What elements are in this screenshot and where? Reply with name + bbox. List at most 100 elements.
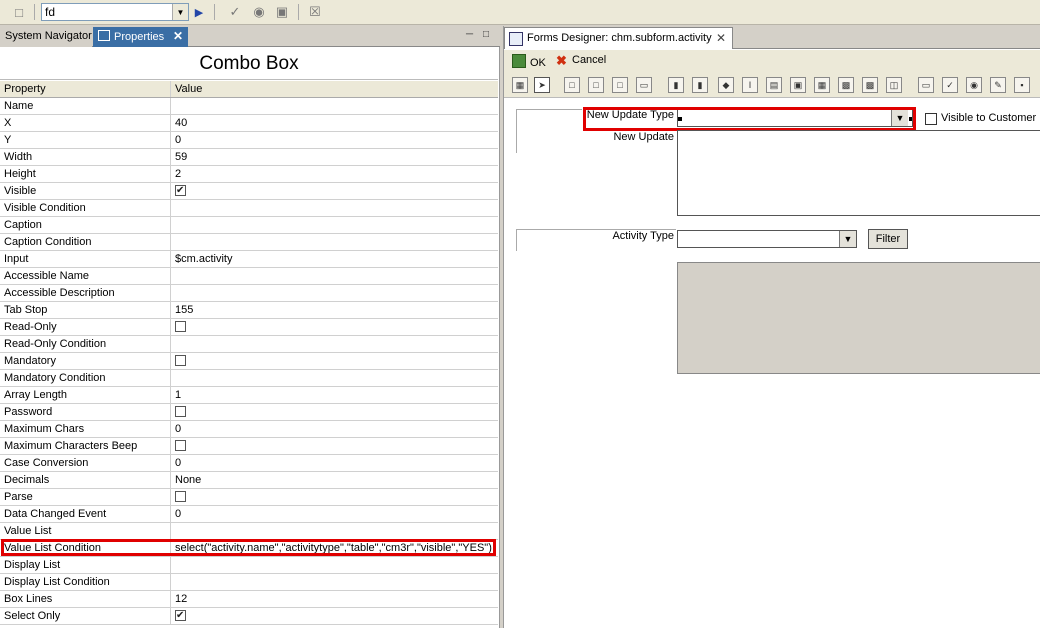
unchecked-checkbox-icon[interactable]: [175, 321, 186, 332]
unchecked-checkbox-icon[interactable]: [175, 491, 186, 502]
table-row[interactable]: Height 2: [0, 166, 498, 183]
button-icon[interactable]: ▣: [790, 77, 806, 93]
property-value[interactable]: [171, 523, 498, 539]
maximize-icon[interactable]: □: [483, 29, 489, 40]
globe-icon[interactable]: ◉: [250, 3, 268, 21]
checked-checkbox-icon[interactable]: [175, 608, 186, 624]
search-combo[interactable]: fd ▼: [41, 3, 189, 21]
unchecked-checkbox-icon[interactable]: [175, 440, 186, 451]
property-value[interactable]: 0: [171, 421, 498, 437]
edit-icon[interactable]: ✎: [990, 77, 1006, 93]
close-icon[interactable]: ✕: [173, 29, 183, 43]
table-row[interactable]: Maximum Chars 0: [0, 421, 498, 438]
table-row[interactable]: X 40: [0, 115, 498, 132]
label-icon[interactable]: ▮: [668, 77, 684, 93]
table-row[interactable]: Value List: [0, 523, 498, 540]
combo-icon[interactable]: ▩: [838, 77, 854, 93]
table-row[interactable]: Mandatory Condition: [0, 370, 498, 387]
table-row[interactable]: Accessible Description: [0, 285, 498, 302]
checkbox-tool-icon[interactable]: ✓: [942, 77, 958, 93]
spellcheck-icon[interactable]: ✓: [226, 3, 244, 21]
property-value[interactable]: 0: [171, 132, 498, 148]
table-row[interactable]: Display List Condition: [0, 574, 498, 591]
list-icon[interactable]: ▩: [862, 77, 878, 93]
property-value-checkbox[interactable]: [171, 489, 498, 505]
table-row[interactable]: Mandatory: [0, 353, 498, 370]
property-value-checkbox[interactable]: [171, 353, 498, 369]
unchecked-checkbox-icon[interactable]: [175, 355, 186, 366]
activity-list[interactable]: [677, 262, 1040, 374]
property-value[interactable]: None: [171, 472, 498, 488]
property-value[interactable]: select("activity.name","activitytype","t…: [171, 540, 498, 556]
property-value[interactable]: $cm.activity: [171, 251, 498, 267]
table-row[interactable]: Caption Condition: [0, 234, 498, 251]
table-row[interactable]: Display List: [0, 557, 498, 574]
play-icon[interactable]: ▶: [190, 3, 208, 21]
tree-icon[interactable]: ▪: [1014, 77, 1030, 93]
cancel-button[interactable]: ✖ Cancel: [556, 54, 606, 67]
rectangle-icon[interactable]: ▭: [918, 77, 934, 93]
property-value-checkbox[interactable]: [171, 319, 498, 335]
property-value-checkbox[interactable]: [171, 404, 498, 420]
split-icon[interactable]: ◫: [886, 77, 902, 93]
property-value-checkbox[interactable]: [171, 183, 498, 199]
image-icon[interactable]: ◆: [718, 77, 734, 93]
text-icon[interactable]: I: [742, 77, 758, 93]
table-row[interactable]: Visible Condition: [0, 200, 498, 217]
property-value[interactable]: 59: [171, 149, 498, 165]
table-row[interactable]: Password: [0, 404, 498, 421]
checked-checkbox-icon[interactable]: [175, 183, 186, 199]
table-row[interactable]: Caption: [0, 217, 498, 234]
property-value[interactable]: 1: [171, 387, 498, 403]
find-icon[interactable]: ▣: [273, 3, 291, 21]
table-row[interactable]: Maximum Characters Beep: [0, 438, 498, 455]
table-row[interactable]: Value List Condition select("activity.nam…: [0, 539, 498, 557]
property-value[interactable]: 0: [171, 506, 498, 522]
property-value[interactable]: 40: [171, 115, 498, 131]
grid-icon[interactable]: ▦: [512, 77, 528, 93]
table-row[interactable]: Read-Only Condition: [0, 336, 498, 353]
property-value[interactable]: 155: [171, 302, 498, 318]
table-row[interactable]: Case Conversion 0: [0, 455, 498, 472]
frame-icon[interactable]: □: [564, 77, 580, 93]
table-row[interactable]: Array Length 1: [0, 387, 498, 404]
property-value[interactable]: [171, 98, 498, 114]
property-value[interactable]: [171, 217, 498, 233]
property-value[interactable]: [171, 557, 498, 573]
table-row[interactable]: Width 59: [0, 149, 498, 166]
table-row[interactable]: Data Changed Event 0: [0, 506, 498, 523]
property-value[interactable]: [171, 285, 498, 301]
tab-system-navigator[interactable]: System Navigator: [0, 27, 92, 47]
close-icon[interactable]: ✕: [716, 31, 726, 45]
property-value[interactable]: [171, 336, 498, 352]
property-value[interactable]: [171, 370, 498, 386]
visible-to-customer-checkbox[interactable]: [925, 113, 937, 125]
pointer-icon[interactable]: ➤: [534, 77, 550, 93]
property-value[interactable]: [171, 234, 498, 250]
clear-icon[interactable]: ☒: [306, 3, 324, 21]
ok-button[interactable]: OK: [512, 54, 546, 69]
property-value-checkbox[interactable]: [171, 438, 498, 454]
tab-forms-designer[interactable]: Forms Designer: chm.subform.activity ✕: [504, 27, 733, 49]
property-value-checkbox[interactable]: [171, 608, 498, 624]
property-value[interactable]: [171, 574, 498, 590]
activity-type-combo[interactable]: ▼: [677, 230, 857, 248]
textarea-icon[interactable]: ▤: [766, 77, 782, 93]
table-row[interactable]: Select Only: [0, 608, 498, 625]
table-icon[interactable]: ▦: [814, 77, 830, 93]
field-icon[interactable]: ▮: [692, 77, 708, 93]
table-row[interactable]: Decimals None: [0, 472, 498, 489]
property-value[interactable]: 12: [171, 591, 498, 607]
group-icon[interactable]: □: [588, 77, 604, 93]
table-row[interactable]: Name: [0, 98, 498, 115]
table-row[interactable]: Accessible Name: [0, 268, 498, 285]
property-value[interactable]: 2: [171, 166, 498, 182]
property-value[interactable]: [171, 200, 498, 216]
chevron-down-icon[interactable]: ▼: [839, 231, 856, 247]
table-row[interactable]: Read-Only: [0, 319, 498, 336]
radio-icon[interactable]: ◉: [966, 77, 982, 93]
table-row[interactable]: Tab Stop 155: [0, 302, 498, 319]
tab-properties[interactable]: Properties ✕: [93, 27, 188, 47]
table-row[interactable]: Input $cm.activity: [0, 251, 498, 268]
property-value[interactable]: 0: [171, 455, 498, 471]
